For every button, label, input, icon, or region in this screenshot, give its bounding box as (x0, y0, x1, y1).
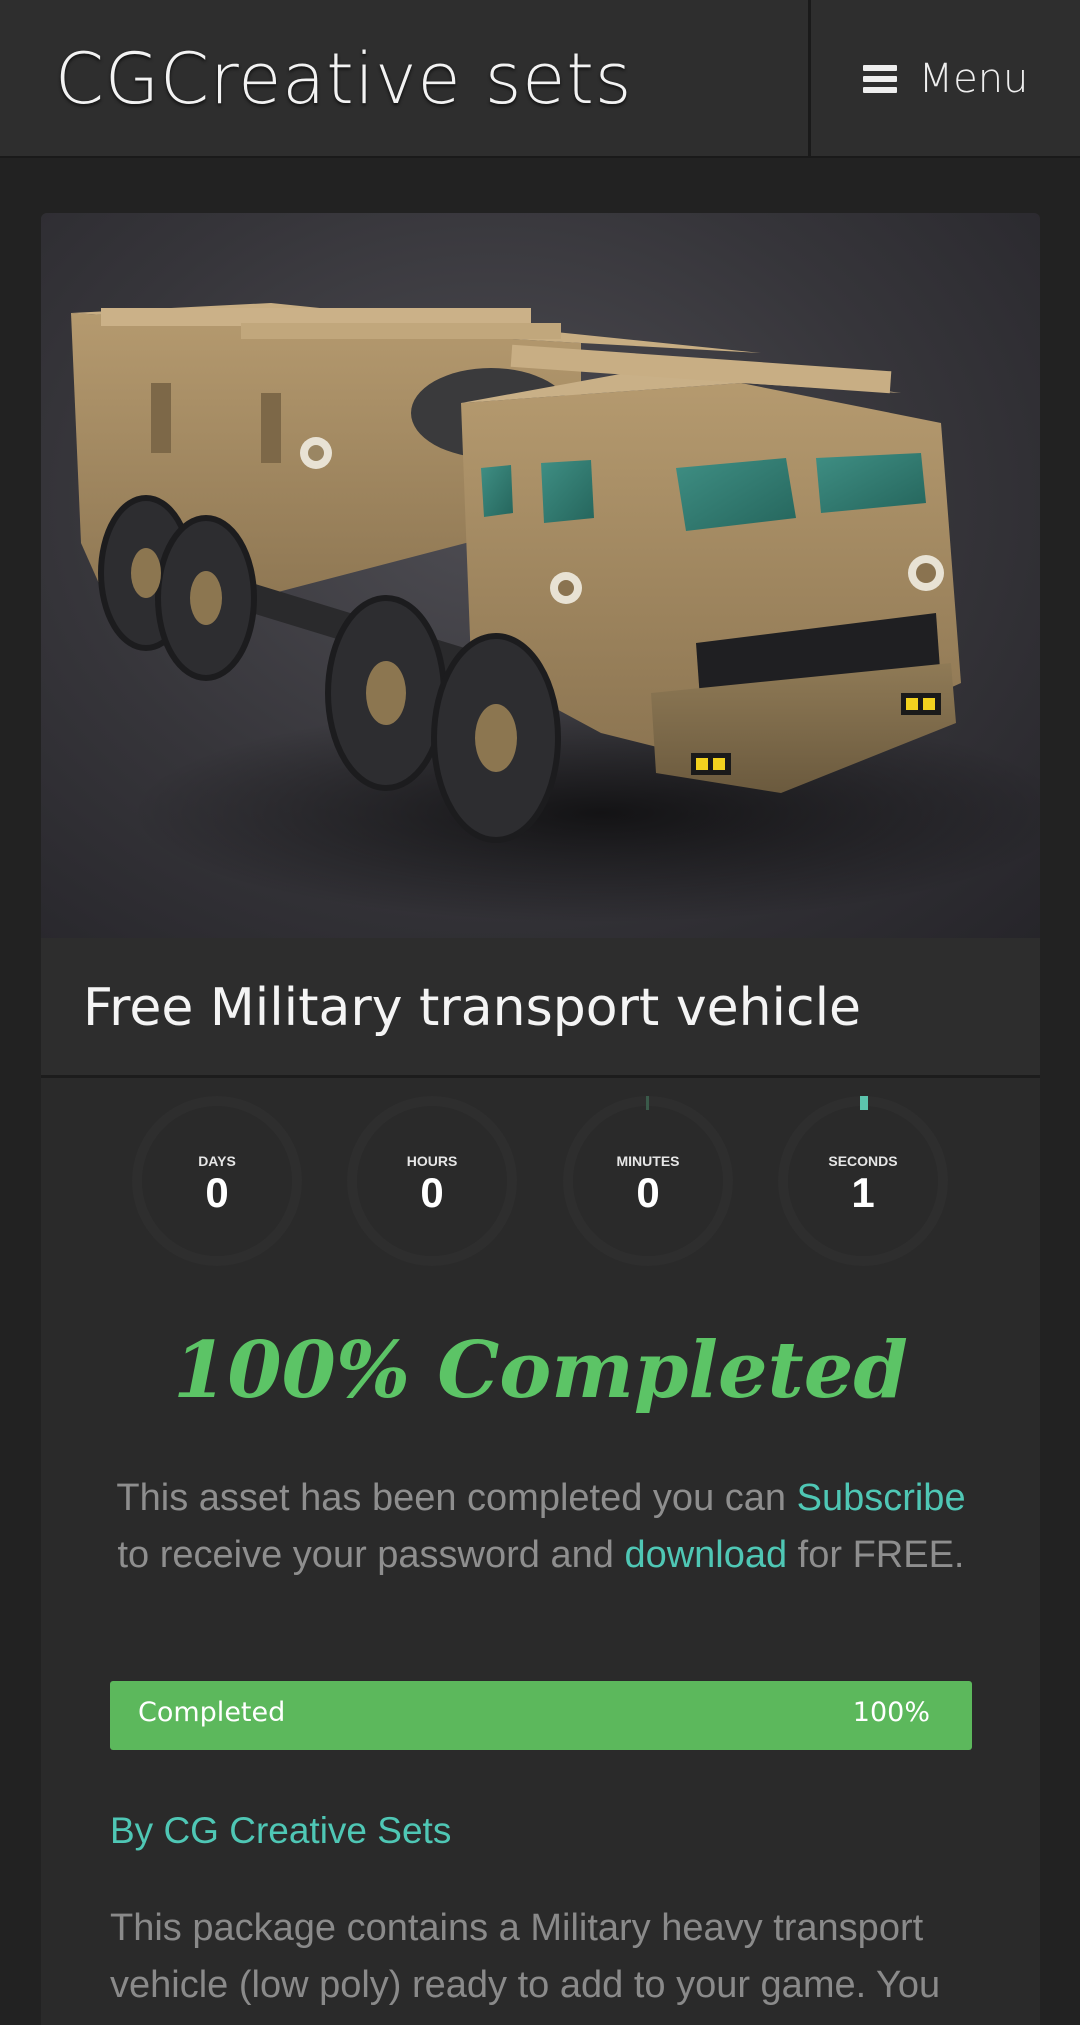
completion-description: This asset has been completed you can Su… (101, 1470, 981, 1584)
menu-label: Menu (918, 56, 1029, 102)
author-byline[interactable]: By CG Creative Sets (110, 1810, 451, 1852)
countdown-value: 0 (636, 1169, 660, 1216)
progress-bar: Completed 100% (110, 1681, 972, 1750)
countdown-seconds: SECONDS 1 (775, 1093, 951, 1269)
subscribe-link[interactable]: Subscribe (797, 1477, 966, 1519)
site-header: CGCreative sets Menu (0, 0, 1080, 158)
site-title[interactable]: CGCreative sets (55, 38, 632, 120)
progress-value: 100% (852, 1697, 930, 1728)
truck-illustration (71, 303, 1040, 923)
description-body: This package contains a Military heavy t… (110, 1907, 941, 2006)
countdown-label: DAYS (198, 1153, 236, 1169)
countdown-value: 0 (420, 1169, 444, 1216)
countdown-value: 1 (851, 1169, 875, 1216)
countdown-hours: HOURS 0 (344, 1093, 520, 1269)
asset-card: Free Military transport vehicle DAYS 0 H… (41, 213, 1040, 2025)
menu-button[interactable]: Menu (811, 0, 1080, 158)
completed-heading: 100% Completed (173, 1325, 908, 1416)
hamburger-icon (862, 65, 897, 93)
card-title-bar: Free Military transport vehicle (41, 938, 1040, 1078)
hero-image (41, 213, 1040, 938)
countdown-days: DAYS 0 (129, 1093, 305, 1269)
progress-label: Completed (138, 1697, 286, 1728)
download-link[interactable]: download (624, 1534, 787, 1576)
desc-text: to receive your password and (117, 1534, 625, 1576)
countdown-minutes: MINUTES 0 (560, 1093, 736, 1269)
countdown-label: HOURS (406, 1153, 458, 1169)
desc-text: for FREE. (787, 1534, 965, 1576)
countdown-value: 0 (205, 1169, 229, 1216)
desc-text: This asset has been completed you can (116, 1477, 797, 1519)
countdown-label: SECONDS (828, 1153, 898, 1169)
countdown-label: MINUTES (616, 1153, 680, 1169)
card-title: Free Military transport vehicle (83, 978, 862, 1038)
countdown: DAYS 0 HOURS 0 MINUTES 0 SECONDS 1 (41, 1093, 1040, 1273)
